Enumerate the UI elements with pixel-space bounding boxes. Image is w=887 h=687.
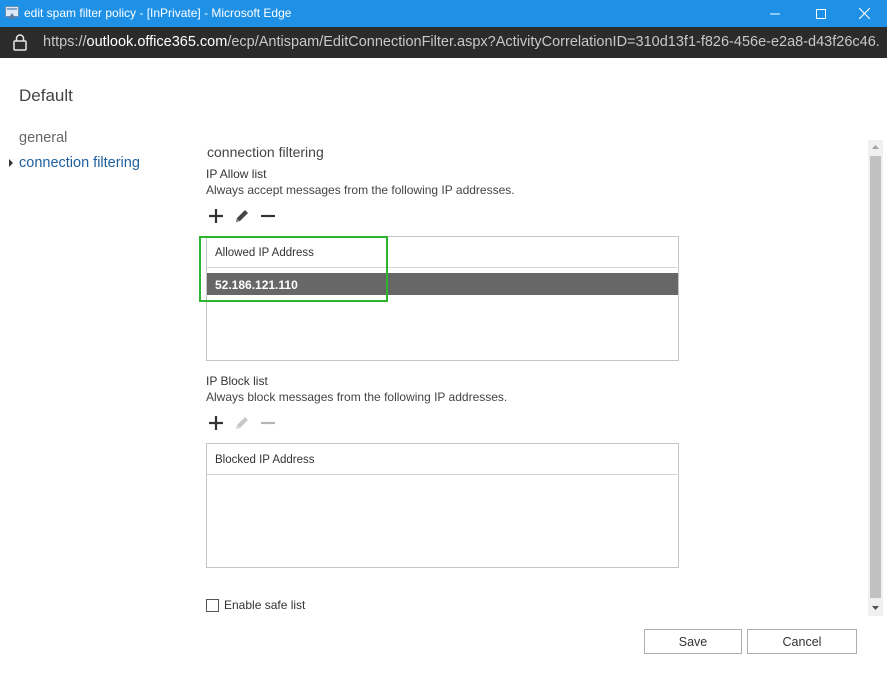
app-window-icon	[5, 6, 19, 19]
enable-safe-list-label[interactable]: Enable safe list	[224, 598, 305, 612]
ip-allow-list-label: IP Allow list	[206, 167, 267, 181]
block-list-toolbar	[207, 414, 277, 432]
close-icon	[858, 8, 870, 19]
allow-list-toolbar	[207, 207, 277, 225]
ip-allow-list-description: Always accept messages from the followin…	[206, 183, 515, 197]
vertical-scrollbar[interactable]	[868, 140, 883, 616]
nav-item-general[interactable]: general	[19, 130, 67, 146]
page-title: Default	[19, 86, 73, 105]
ip-block-list-label: IP Block list	[206, 374, 268, 388]
address-bar[interactable]: https://outlook.office365.com/ecp/Antisp…	[0, 27, 887, 58]
highlight-box	[199, 236, 388, 302]
minimize-button[interactable]	[752, 0, 798, 27]
remove-icon	[261, 421, 275, 425]
arrow-down-icon	[872, 606, 879, 610]
nav-item-connection-filtering[interactable]: connection filtering	[19, 155, 140, 171]
save-button[interactable]: Save	[644, 629, 742, 654]
edit-pencil-icon[interactable]	[233, 207, 251, 225]
window-title: edit spam filter policy - [InPrivate] - …	[24, 6, 292, 20]
blocked-ip-column-header[interactable]: Blocked IP Address	[207, 444, 677, 475]
url-host: outlook.office365.com	[86, 34, 228, 50]
minimize-icon	[770, 13, 780, 14]
add-icon[interactable]	[207, 414, 225, 432]
edit-pencil-icon	[236, 417, 248, 429]
maximize-icon	[816, 8, 826, 19]
blocked-ip-list[interactable]: Blocked IP Address	[206, 443, 679, 568]
enable-safe-list-row: Enable safe list	[206, 598, 305, 612]
scrollbar-thumb[interactable]	[870, 156, 881, 598]
remove-icon[interactable]	[259, 207, 277, 225]
url-path: /ecp/Antispam/EditConnectionFilter.aspx?…	[227, 34, 879, 50]
scroll-down-button[interactable]	[868, 601, 883, 615]
url-scheme: https://	[43, 34, 87, 50]
selected-arrow-icon	[9, 159, 13, 167]
scroll-up-button[interactable]	[868, 140, 883, 154]
window-title-bar: edit spam filter policy - [InPrivate] - …	[0, 0, 887, 27]
add-icon[interactable]	[207, 207, 225, 225]
close-button[interactable]	[841, 0, 887, 27]
cancel-button[interactable]: Cancel	[747, 629, 857, 654]
ip-block-list-description: Always block messages from the following…	[206, 390, 508, 404]
arrow-up-icon	[872, 145, 879, 149]
url-text[interactable]: https://outlook.office365.com/ecp/Antisp…	[43, 34, 879, 50]
enable-safe-list-checkbox[interactable]	[206, 598, 219, 612]
lock-icon	[13, 34, 27, 51]
section-title: connection filtering	[207, 144, 324, 160]
maximize-button[interactable]	[798, 0, 844, 27]
